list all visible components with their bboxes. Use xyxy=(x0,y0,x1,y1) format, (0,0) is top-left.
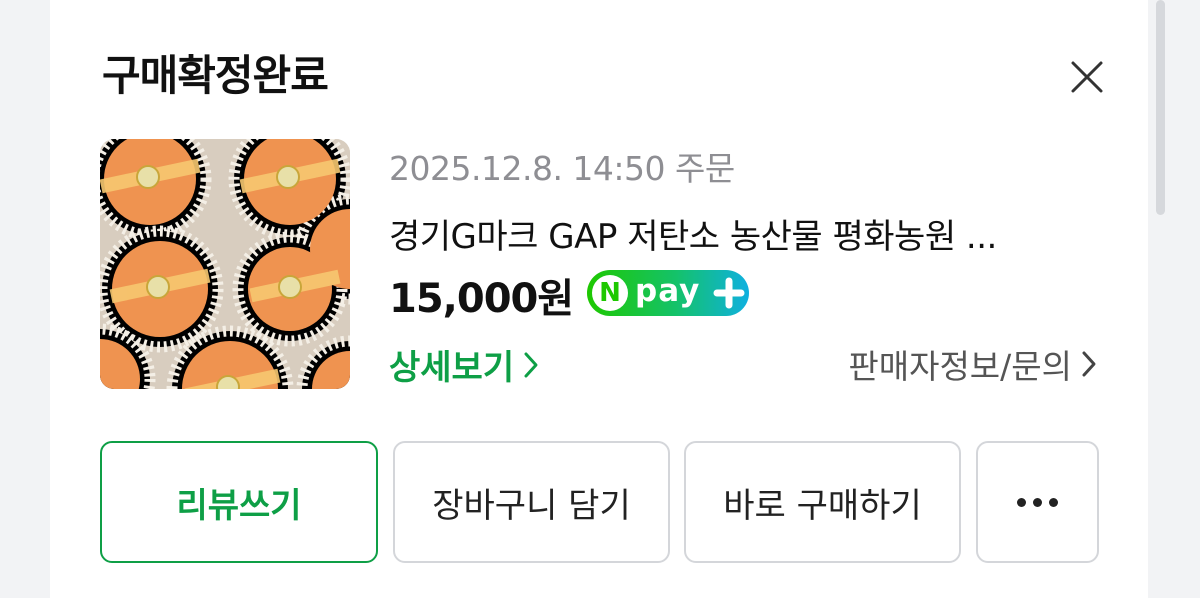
chevron-right-icon xyxy=(1082,351,1096,377)
scrollbar[interactable] xyxy=(1156,0,1165,215)
more-dots-icon xyxy=(1017,497,1058,507)
product-thumbnail[interactable] xyxy=(100,139,350,389)
close-icon xyxy=(1071,61,1103,93)
purchase-confirmed-card: 구매확정완료 2025.12.8. 14:50 주문 경기G마크 GAP 저탄소… xyxy=(50,0,1148,598)
npay-label: pay xyxy=(635,273,701,309)
modal-title: 구매확정완료 xyxy=(102,51,329,100)
seller-info-label: 판매자정보/문의 xyxy=(848,347,1072,386)
plus-icon xyxy=(713,277,745,309)
add-to-cart-button[interactable]: 장바구니 담기 xyxy=(393,441,670,563)
write-review-button[interactable]: 리뷰쓰기 xyxy=(100,441,378,563)
product-name[interactable]: 경기G마크 GAP 저탄소 농산물 평화농원 ... xyxy=(389,209,1089,258)
npay-n-logo: N xyxy=(592,275,628,311)
chevron-right-icon xyxy=(524,352,538,377)
product-image xyxy=(100,139,350,389)
buy-now-button[interactable]: 바로 구매하기 xyxy=(684,441,961,563)
product-price: 15,000원 xyxy=(389,276,574,322)
close-button[interactable] xyxy=(1067,57,1107,97)
order-date: 2025.12.8. 14:50 주문 xyxy=(389,149,735,188)
detail-view-link[interactable]: 상세보기 xyxy=(389,340,540,389)
detail-view-label: 상세보기 xyxy=(389,348,515,388)
npay-plus-badge: N pay xyxy=(587,270,749,316)
seller-info-link[interactable]: 판매자정보/문의 xyxy=(848,340,1098,388)
more-options-button[interactable] xyxy=(976,441,1099,563)
